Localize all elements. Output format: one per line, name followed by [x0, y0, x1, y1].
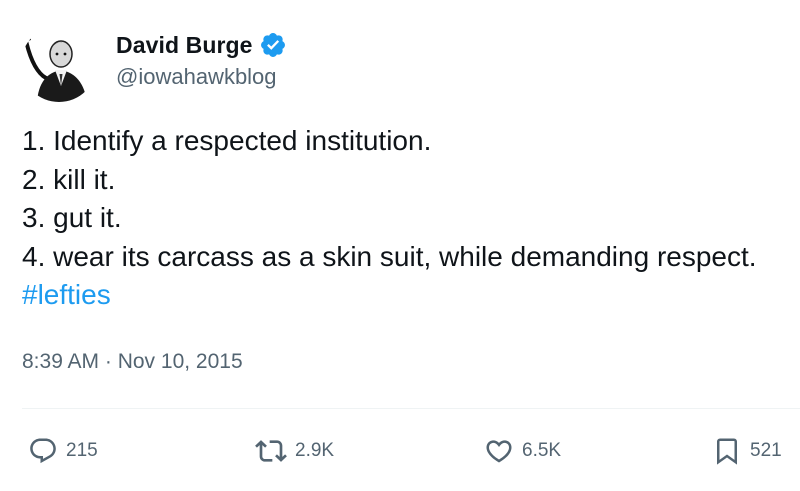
retweet-icon — [255, 435, 287, 467]
tweet-line-1: 1. Identify a respected institution. — [22, 125, 432, 156]
tweet-line-4: 4. wear its carcass as a skin suit, whil… — [22, 240, 757, 272]
heart-icon — [484, 436, 514, 466]
divider — [22, 408, 800, 409]
tweet-timestamp[interactable]: 8:39 AM · Nov 10, 2015 — [22, 350, 243, 374]
bookmark-button[interactable]: 521 — [712, 425, 782, 477]
display-name[interactable]: David Burge — [116, 32, 253, 59]
reply-count: 215 — [66, 440, 98, 461]
like-button[interactable]: 6.5K — [484, 425, 561, 477]
author-info: David Burge @iowahawkblog — [116, 30, 287, 90]
like-count: 6.5K — [522, 440, 562, 461]
action-bar: 215 2.9K 6.5K 521 — [0, 425, 800, 477]
display-name-row: David Burge — [116, 30, 287, 60]
tweet-card: David Burge @iowahawkblog 1. Identify a … — [0, 0, 800, 491]
tweet-line-3: 3. gut it. — [22, 202, 122, 233]
avatar-image — [21, 26, 97, 102]
tweet-text: 1. Identify a respected institution. 2. … — [22, 122, 792, 315]
retweet-button[interactable]: 2.9K — [255, 425, 334, 477]
retweet-count: 2.9K — [295, 440, 335, 461]
hashtag-link[interactable]: #lefties — [22, 279, 111, 310]
avatar[interactable] — [21, 26, 97, 102]
handle[interactable]: @iowahawkblog — [116, 64, 287, 90]
tweet-line-2: 2. kill it. — [22, 163, 116, 195]
verified-badge-icon[interactable] — [259, 31, 287, 59]
bookmark-icon — [712, 436, 742, 466]
reply-button[interactable]: 215 — [28, 425, 98, 477]
bookmark-count: 521 — [750, 440, 782, 461]
reply-icon — [28, 436, 58, 466]
